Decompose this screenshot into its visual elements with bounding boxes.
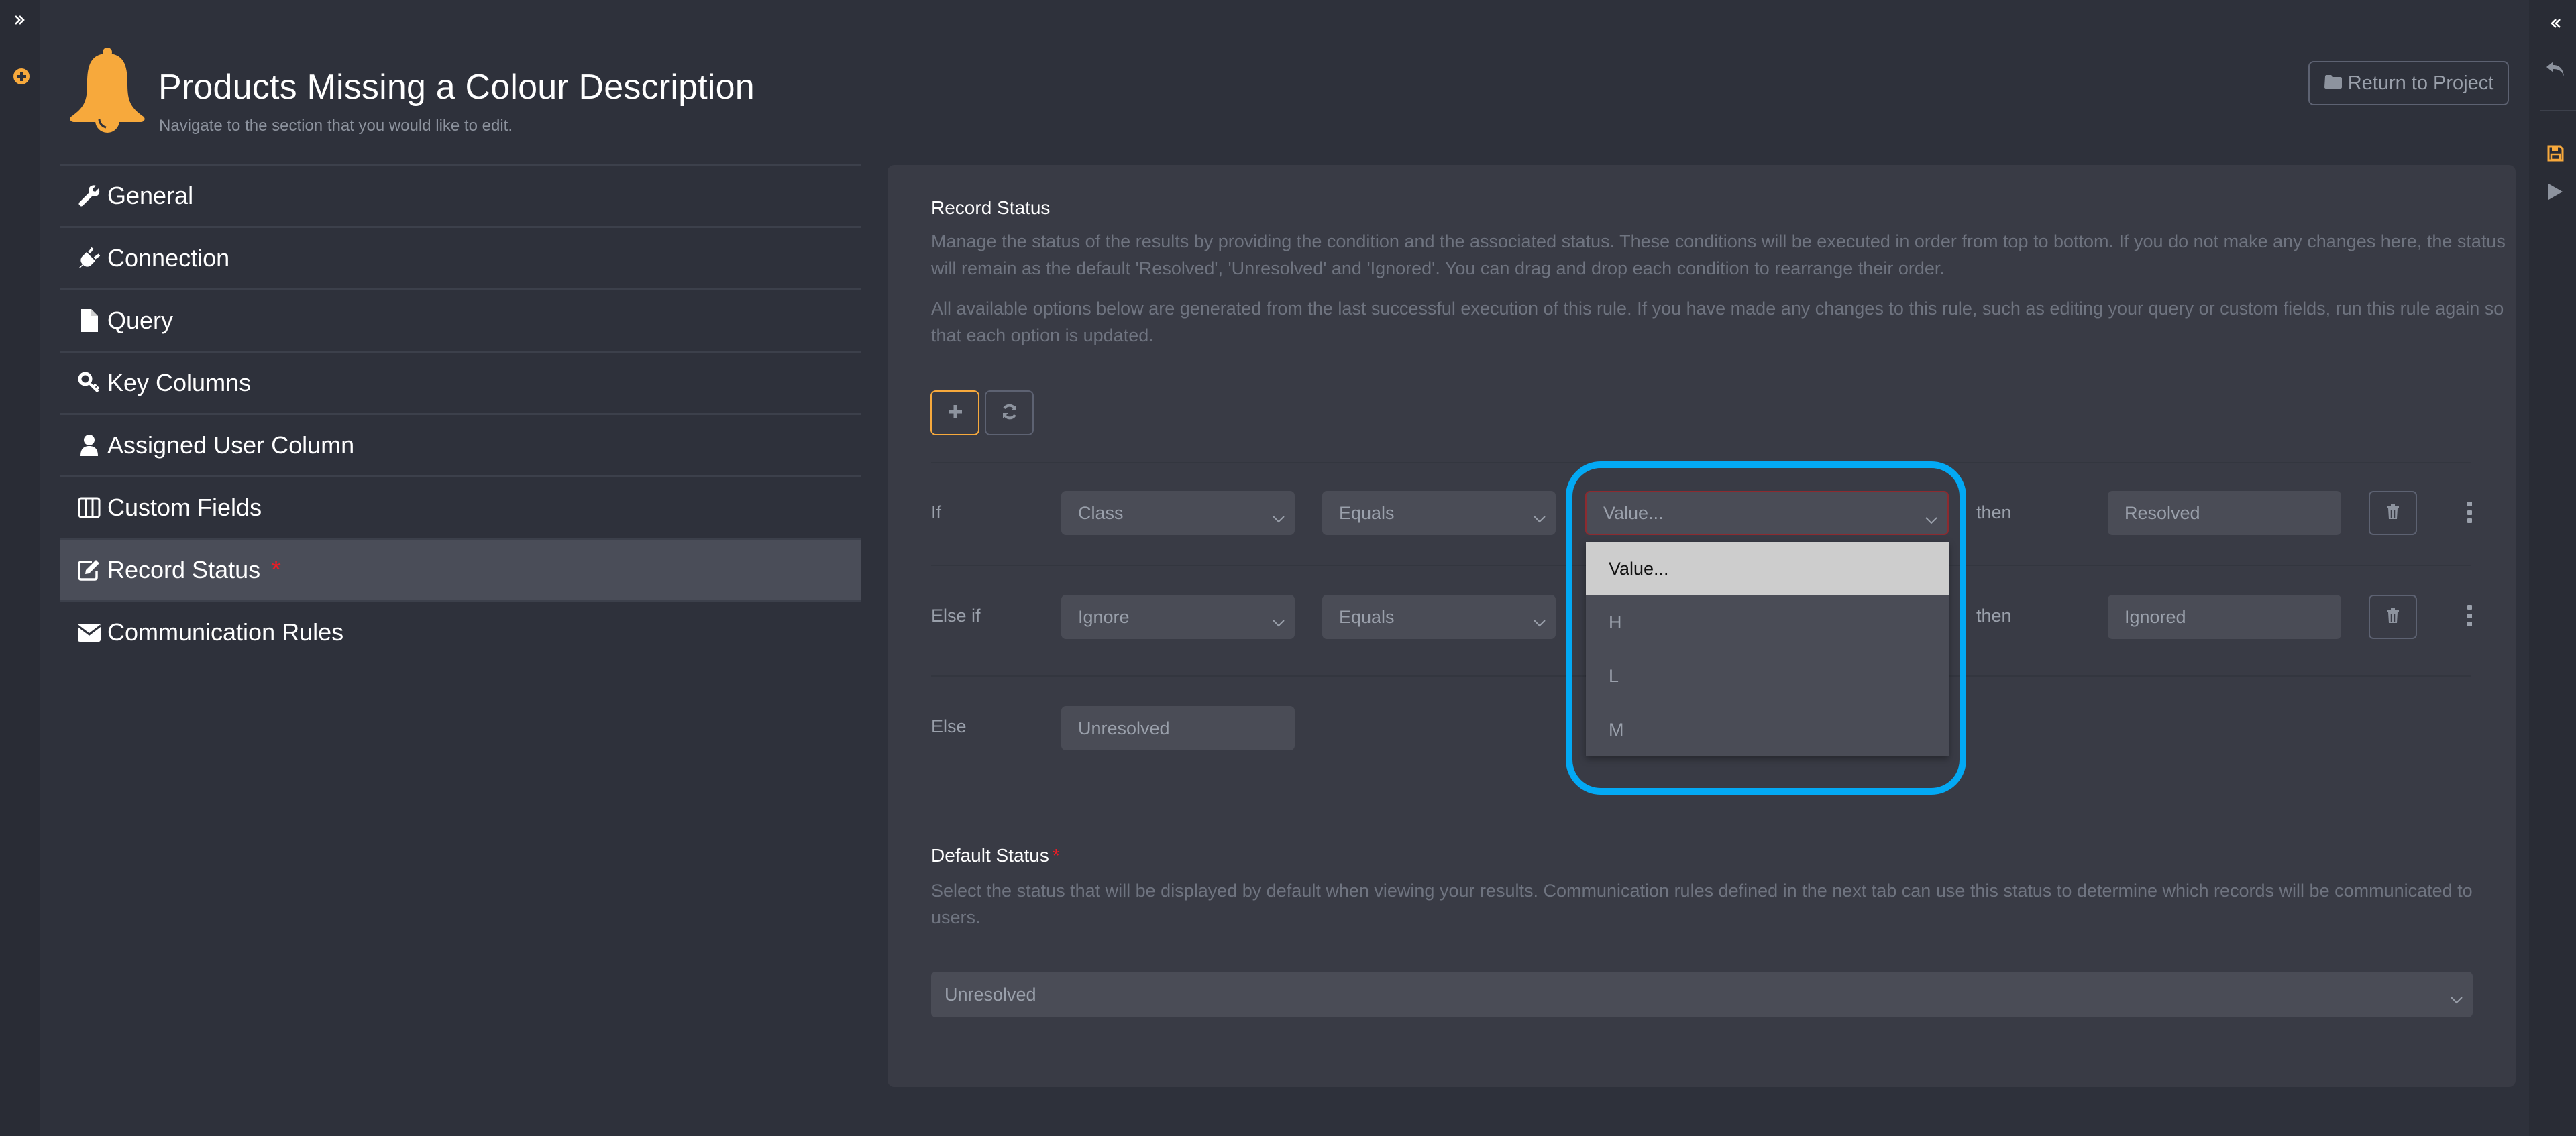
sidebar-item-query[interactable]: Query [60, 288, 861, 351]
default-status-heading: Default Status * [931, 845, 1060, 866]
sidebar-item-label: Connection [107, 244, 230, 272]
section-nav: General Connection Query Key Columns Ass… [60, 164, 861, 663]
trash-icon [2386, 503, 2400, 523]
rule-2-status-input[interactable]: Ignored [2108, 595, 2341, 639]
rule-1-status-input[interactable]: Resolved [2108, 491, 2341, 535]
play-icon[interactable] [2546, 182, 2564, 201]
default-status-description: Select the status that will be displayed… [931, 881, 2473, 927]
plus-icon [947, 404, 963, 422]
double-chevron-left-icon[interactable] [2546, 15, 2564, 32]
required-asterisk: * [271, 555, 281, 584]
input-value: Resolved [2125, 502, 2200, 523]
rule-label-if: If [931, 502, 942, 522]
plus-circle-icon[interactable] [13, 68, 30, 85]
sidebar-item-label: Communication Rules [107, 618, 344, 646]
rule-label-else-if: Else if [931, 606, 981, 626]
dropdown-option[interactable]: M [1586, 703, 1949, 756]
left-rail [0, 0, 40, 1136]
right-rail [2529, 0, 2576, 1136]
refresh-options-button[interactable] [985, 390, 1034, 435]
rule-1-drag-handle[interactable] [2463, 499, 2476, 526]
input-value: Ignored [2125, 606, 2186, 627]
bell-icon [67, 47, 148, 133]
sidebar-item-label: Key Columns [107, 369, 252, 396]
value-dropdown-list: Value... H L M [1586, 542, 1949, 756]
undo-icon[interactable] [2545, 59, 2565, 79]
rule-label-else: Else [931, 716, 967, 736]
rule-1-operator-select[interactable]: Equals [1322, 491, 1556, 535]
required-asterisk: * [1052, 845, 1060, 866]
select-value: Value... [1603, 502, 1664, 523]
sidebar-item-custom-fields[interactable]: Custom Fields [60, 475, 861, 538]
page-subtitle: Navigate to the section that you would l… [159, 117, 513, 135]
sidebar-item-record-status[interactable]: Record Status * [60, 538, 861, 600]
select-value: Unresolved [945, 984, 1036, 1005]
sidebar-item-connection[interactable]: Connection [60, 226, 861, 288]
divider [931, 462, 2471, 463]
else-status-input[interactable]: Unresolved [1061, 706, 1295, 750]
file-icon [76, 308, 102, 333]
select-value: Equals [1339, 606, 1395, 627]
then-label: then [1976, 606, 2012, 626]
chevron-down-icon [2450, 988, 2463, 1009]
rule-1-value-select[interactable]: Value... [1585, 491, 1949, 535]
wrench-icon [76, 183, 102, 209]
rule-2-drag-handle[interactable] [2463, 602, 2476, 629]
columns-icon [76, 495, 102, 520]
sidebar-item-communication-rules[interactable]: Communication Rules [60, 600, 861, 663]
sidebar-item-label: General [107, 182, 194, 209]
sidebar-item-label: Custom Fields [107, 494, 262, 521]
sidebar-item-label: Query [107, 306, 174, 334]
rail-divider [2540, 110, 2576, 111]
return-button-label: Return to Project [2347, 72, 2494, 94]
chevron-down-icon [1272, 507, 1285, 528]
rule-2-operator-select[interactable]: Equals [1322, 595, 1556, 639]
chevron-down-icon [1533, 611, 1546, 632]
envelope-icon [76, 620, 102, 645]
trash-icon [2386, 607, 2400, 627]
record-status-description: Manage the status of the results by prov… [931, 231, 2506, 278]
record-status-heading: Record Status [931, 197, 1051, 218]
select-value: Class [1078, 502, 1124, 523]
select-value: Ignore [1078, 606, 1130, 627]
double-chevron-right-icon[interactable] [12, 11, 28, 30]
user-icon [76, 433, 102, 458]
save-icon[interactable] [2546, 144, 2565, 162]
add-condition-button[interactable] [930, 390, 979, 435]
sidebar-item-label: Record Status [107, 556, 261, 583]
delete-rule-2-button[interactable] [2369, 595, 2417, 639]
folder-icon [2324, 72, 2343, 95]
plug-icon [76, 245, 102, 271]
page-title: Products Missing a Colour Description [158, 68, 755, 107]
select-value: Equals [1339, 502, 1395, 523]
edit-icon [76, 557, 102, 583]
return-to-project-button[interactable]: Return to Project [2308, 61, 2509, 105]
input-value: Unresolved [1078, 718, 1170, 738]
chevron-down-icon [1533, 507, 1546, 528]
key-icon [76, 370, 102, 396]
refresh-icon [1001, 403, 1018, 422]
dropdown-option[interactable]: Value... [1586, 542, 1949, 595]
default-status-select[interactable]: Unresolved [931, 972, 2473, 1017]
then-label: then [1976, 502, 2012, 522]
chevron-down-icon [1272, 611, 1285, 632]
rule-2-field-select[interactable]: Ignore [1061, 595, 1295, 639]
dropdown-option[interactable]: L [1586, 649, 1949, 703]
sidebar-item-general[interactable]: General [60, 164, 861, 226]
sidebar-item-key-columns[interactable]: Key Columns [60, 351, 861, 413]
chevron-down-icon [1925, 508, 1938, 529]
rule-1-field-select[interactable]: Class [1061, 491, 1295, 535]
default-status-heading-text: Default Status [931, 845, 1049, 866]
delete-rule-1-button[interactable] [2369, 491, 2417, 535]
dropdown-option[interactable]: H [1586, 595, 1949, 649]
sidebar-item-label: Assigned User Column [107, 431, 355, 459]
record-status-options-note: All available options below are generate… [931, 298, 2504, 345]
sidebar-item-assigned-user-column[interactable]: Assigned User Column [60, 413, 861, 475]
